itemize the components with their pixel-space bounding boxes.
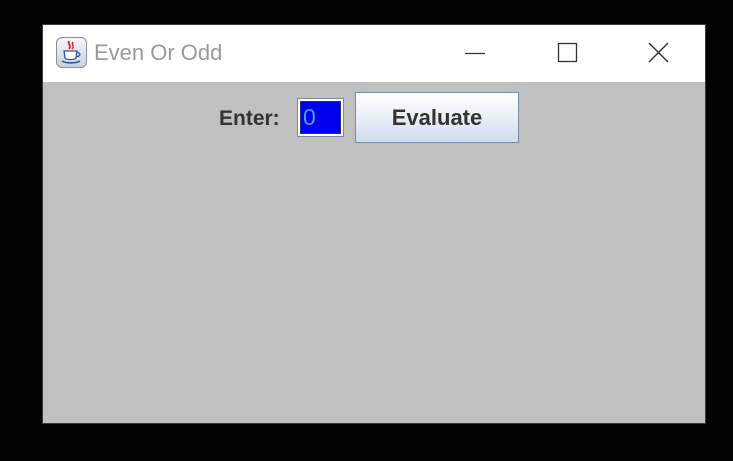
number-input[interactable]: 0 [297,98,344,137]
window-title: Even Or Odd [94,40,223,65]
minimize-button[interactable] [429,25,521,82]
content-panel: Enter: 0 Evaluate [43,82,705,423]
number-input-value[interactable]: 0 [300,101,341,134]
maximize-icon [557,42,578,63]
title-bar[interactable]: Even Or Odd [43,25,705,82]
close-icon [648,42,669,63]
minimize-icon [465,52,485,55]
app-window: Even Or Odd Enter: 0 Evaluate [42,24,706,424]
enter-label: Enter: [219,107,280,130]
maximize-button[interactable] [521,25,613,82]
evaluate-button[interactable]: Evaluate [355,92,519,143]
java-cup-icon[interactable] [56,37,87,68]
close-button[interactable] [613,25,705,82]
